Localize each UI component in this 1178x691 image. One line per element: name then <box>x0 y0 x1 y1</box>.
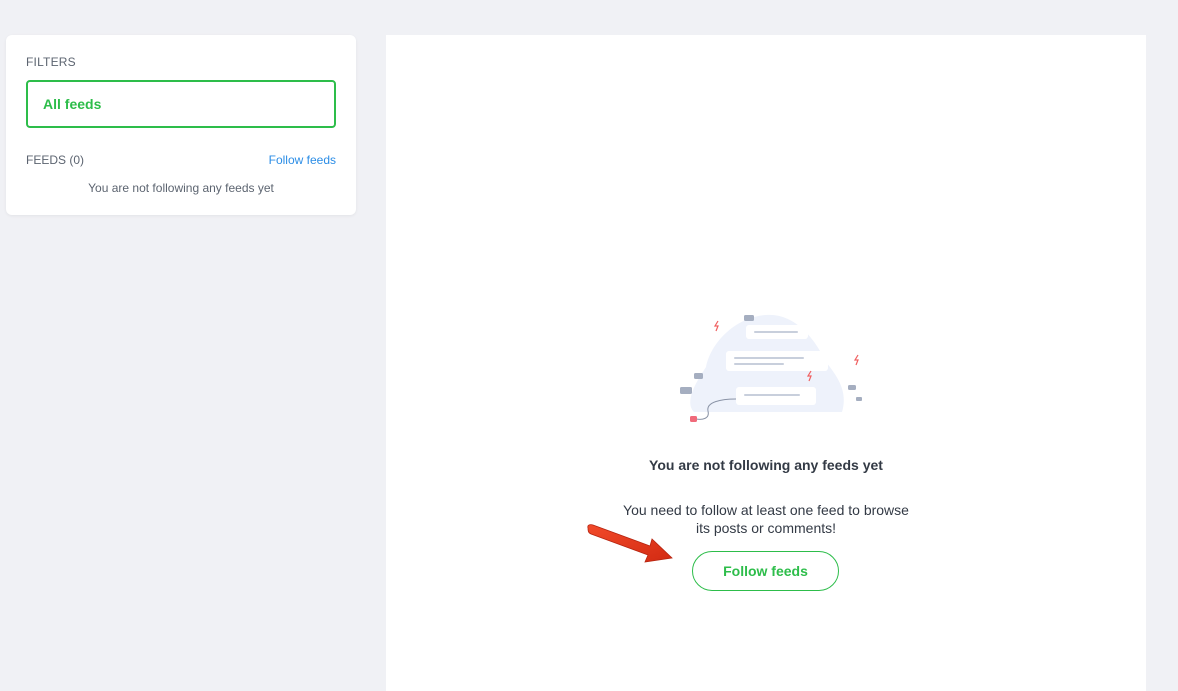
annotation-arrow-icon <box>587 524 673 563</box>
feeds-heading: FEEDS (0) <box>26 153 85 167</box>
follow-feeds-link[interactable]: Follow feeds <box>269 153 336 167</box>
main-panel: You are not following any feeds yet You … <box>386 35 1146 691</box>
filters-sidebar: FILTERS All feeds FEEDS (0) Follow feeds… <box>6 35 356 215</box>
filter-all-feeds[interactable]: All feeds <box>26 80 336 128</box>
follow-feeds-button[interactable]: Follow feeds <box>692 551 839 591</box>
sidebar-empty-message: You are not following any feeds yet <box>88 181 274 195</box>
filters-heading: FILTERS <box>26 55 76 69</box>
empty-feeds-illustration-icon <box>680 314 862 422</box>
empty-desc-line-1: You need to follow at least one feed to … <box>623 502 909 518</box>
empty-state-title: You are not following any feeds yet <box>649 457 883 473</box>
